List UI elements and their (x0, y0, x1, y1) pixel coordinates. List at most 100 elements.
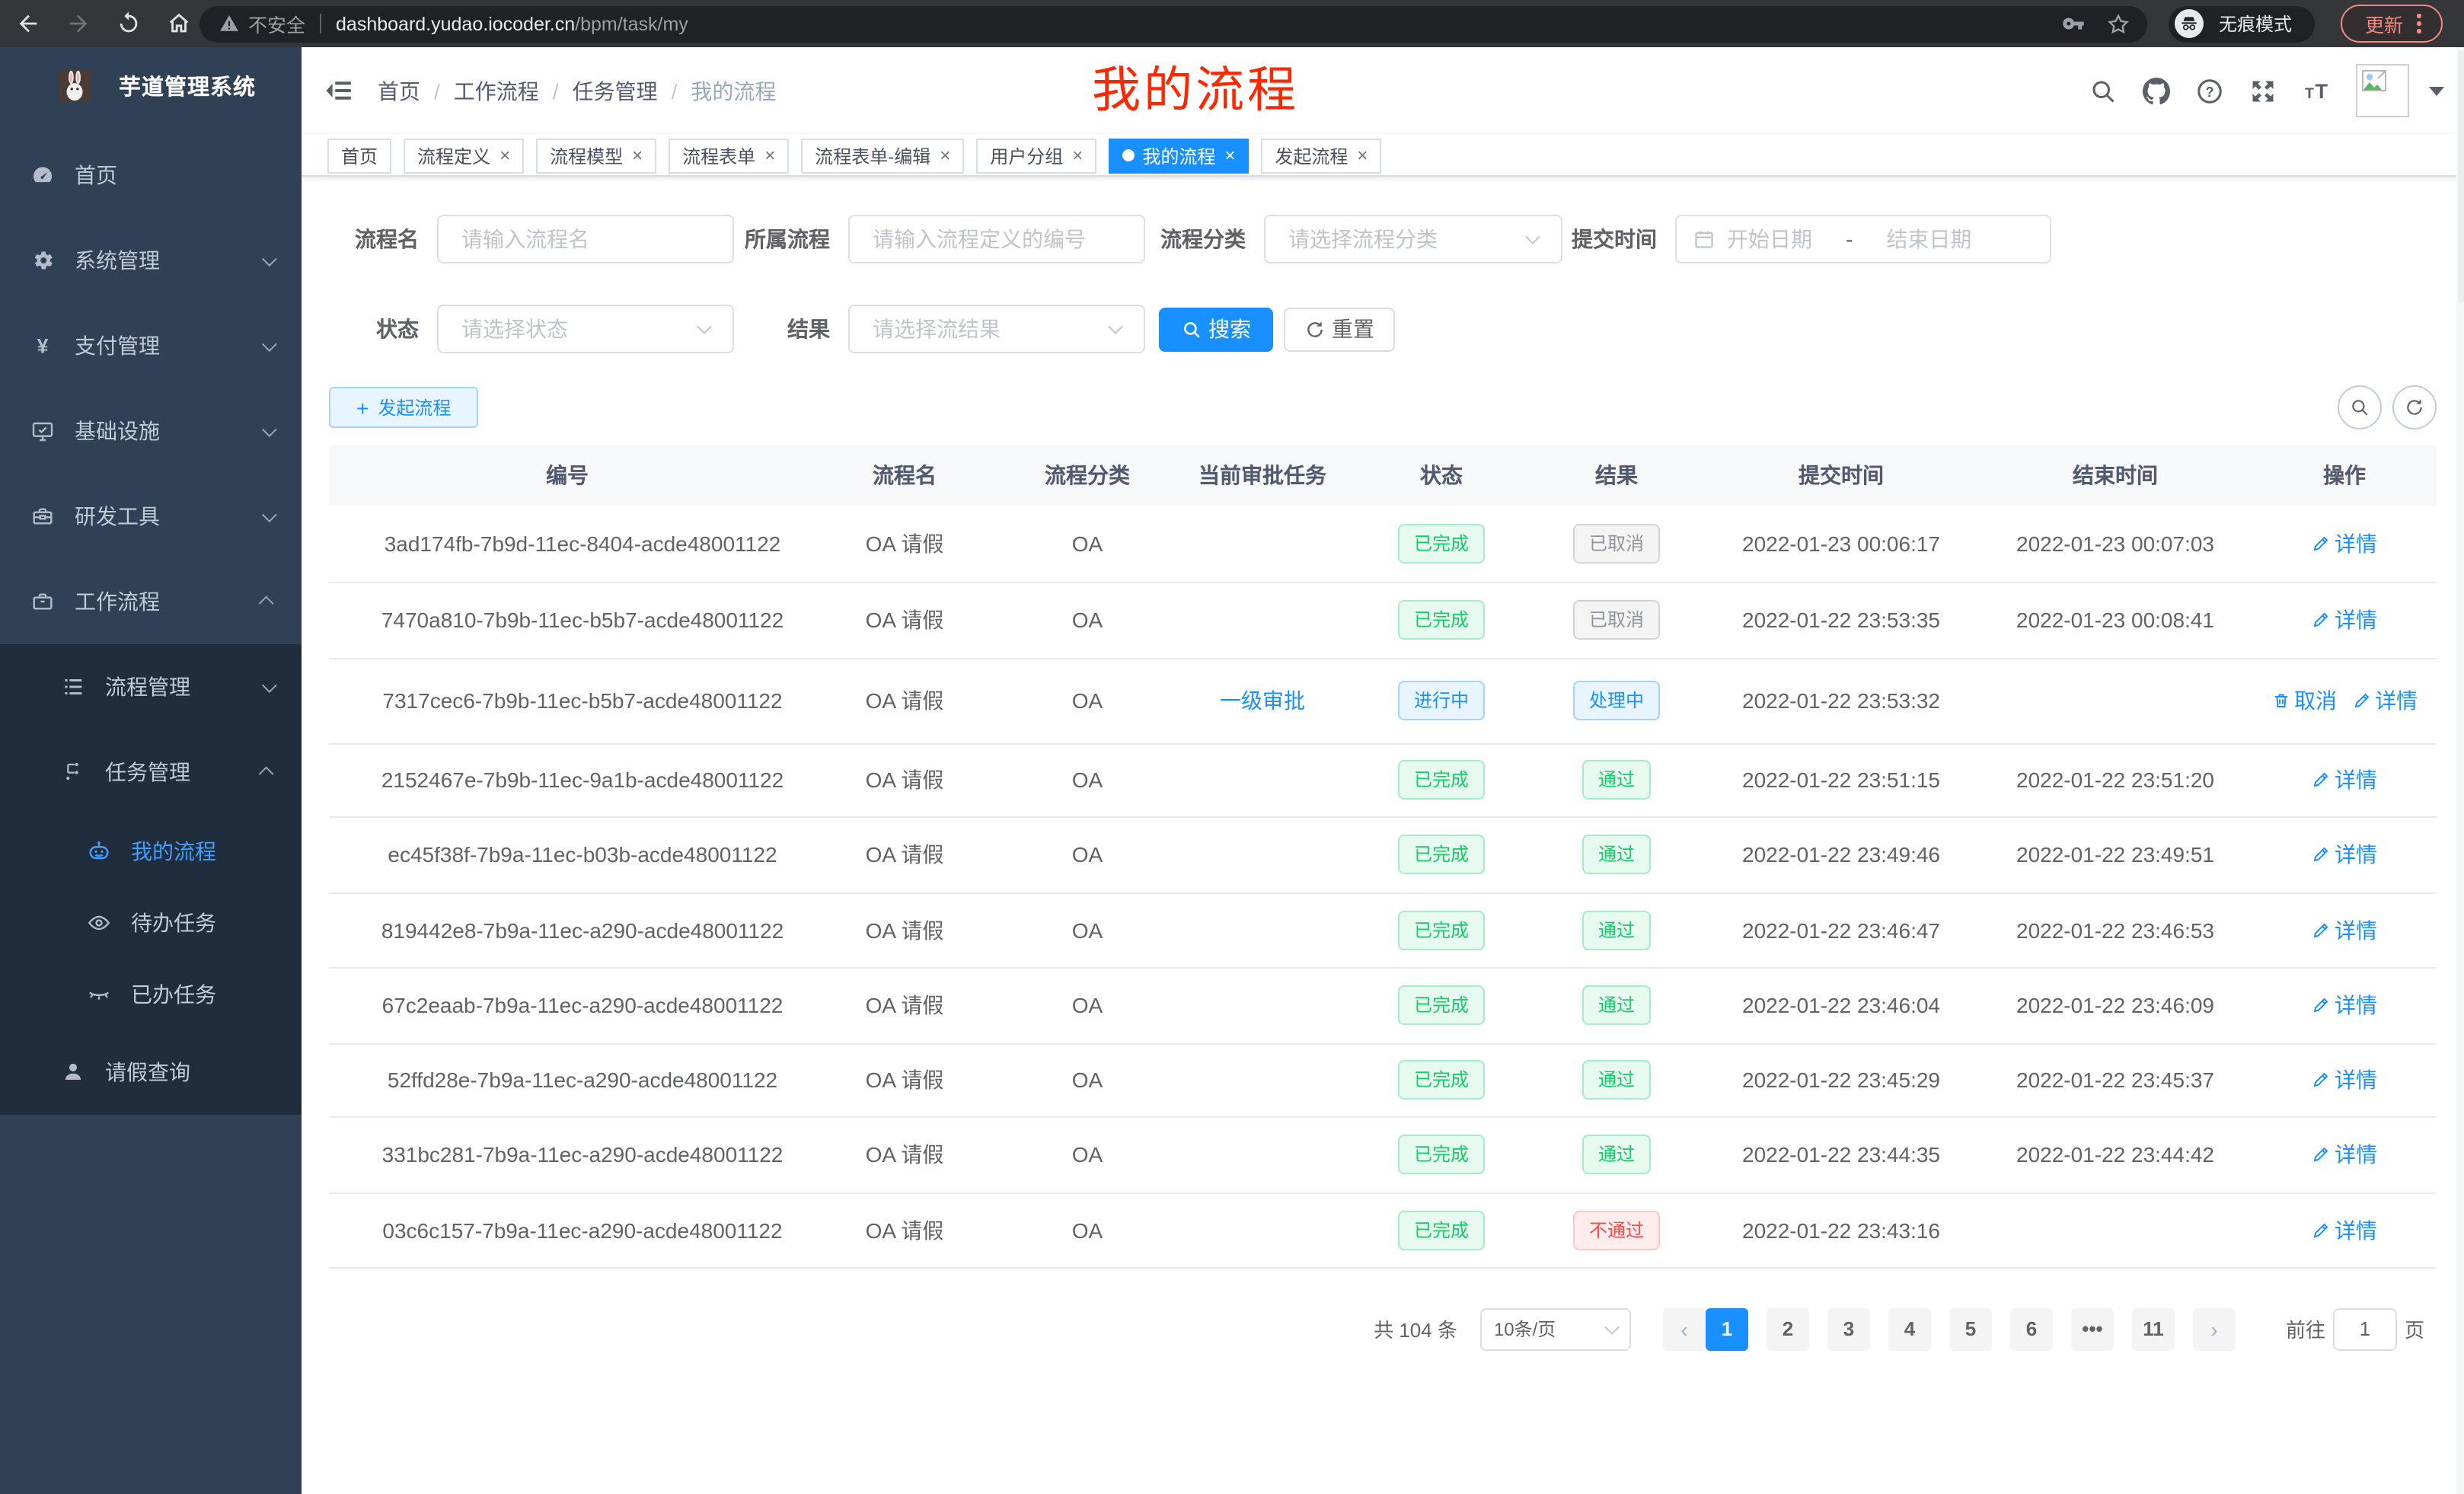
sidebar-item-11[interactable]: 已办任务 (0, 958, 302, 1030)
filter-category-select[interactable]: 请选择流程分类 (1264, 214, 1562, 263)
passwords-key-icon[interactable] (2062, 12, 2085, 35)
detail-link[interactable]: 详情 (2312, 839, 2377, 870)
date-end-placeholder[interactable]: 结束日期 (1886, 223, 1971, 254)
tab-close-icon[interactable]: × (940, 146, 950, 164)
filter-date-range[interactable]: 开始日期 - 结束日期 (1675, 214, 2051, 263)
col-header-5: 状态 (1354, 445, 1529, 506)
goto-page-input[interactable] (2333, 1307, 2397, 1350)
address-bar[interactable]: 不安全 dashboard.yudao.iocoder.cn/bpm/task/… (199, 5, 2147, 42)
create-process-button[interactable]: + 发起流程 (329, 387, 478, 428)
cancel-link[interactable]: 取消 (2271, 685, 2337, 716)
help-icon[interactable]: ? (2196, 77, 2223, 104)
sidebar-item-3[interactable]: ¥支付管理 (0, 303, 302, 388)
sidebar-item-4[interactable]: 基础设施 (0, 388, 302, 474)
filter-process-input[interactable] (848, 214, 1145, 263)
detail-link[interactable]: 详情 (2312, 915, 2377, 945)
breadcrumb-item-3[interactable]: 任务管理 (573, 75, 658, 106)
reset-button[interactable]: 重置 (1284, 307, 1395, 351)
tab-close-icon[interactable]: × (632, 146, 643, 164)
page-button-4[interactable]: 4 (1888, 1307, 1931, 1350)
avatar-caret-icon[interactable] (2429, 86, 2444, 95)
page-scrollbar[interactable] (2456, 47, 2464, 1494)
avatar[interactable] (2356, 64, 2409, 117)
detail-link[interactable]: 详情 (2312, 605, 2377, 635)
tab-3[interactable]: 流程模型× (536, 138, 656, 173)
cell-id: 7317cec6-7b9b-11ec-b5b7-acde48001122 (329, 658, 806, 743)
date-separator: - (1846, 226, 1853, 251)
page-button-3[interactable]: 3 (1827, 1307, 1870, 1350)
font-size-icon[interactable]: TT (2303, 77, 2330, 104)
scrollbar-thumb[interactable] (2457, 50, 2463, 303)
tab-close-icon[interactable]: × (500, 146, 510, 164)
reload-icon[interactable] (116, 11, 142, 37)
refresh-table-button[interactable] (2392, 385, 2437, 429)
search-button[interactable]: 搜索 (1159, 307, 1273, 351)
update-button[interactable]: 更新 (2341, 5, 2442, 43)
toggle-search-button[interactable] (2338, 385, 2382, 429)
cell-task (1171, 743, 1354, 816)
search-icon[interactable] (2089, 77, 2117, 104)
detail-link[interactable]: 详情 (2312, 990, 2377, 1020)
cell-id: 67c2eaab-7b9a-11ec-a290-acde48001122 (329, 967, 806, 1043)
cell-id: 7470a810-7b9b-11ec-b5b7-acde48001122 (329, 582, 806, 658)
task-link[interactable]: 一级审批 (1220, 685, 1305, 716)
sidebar-logo[interactable]: 芋道管理系统 (0, 47, 302, 132)
filter-result-select[interactable]: 请选择流结果 (848, 305, 1145, 353)
page-button-6[interactable]: 6 (2010, 1307, 2053, 1350)
cell-category: OA (1004, 1192, 1171, 1267)
bookmark-star-icon[interactable] (2106, 11, 2130, 36)
detail-link[interactable]: 详情 (2312, 1139, 2377, 1170)
detail-link[interactable]: 详情 (2352, 685, 2418, 716)
sidebar-item-7[interactable]: 流程管理 (0, 644, 302, 729)
page-size-select[interactable]: 10条/页 (1480, 1307, 1631, 1350)
home-icon[interactable] (166, 11, 192, 37)
sidebar-item-1[interactable]: 首页 (0, 132, 302, 218)
sidebar-item-6[interactable]: 工作流程 (0, 559, 302, 644)
tab-1[interactable]: 首页 (327, 138, 391, 173)
tab-close-icon[interactable]: × (764, 146, 775, 164)
detail-link[interactable]: 详情 (2312, 528, 2377, 559)
tab-4[interactable]: 流程表单× (669, 138, 789, 173)
tab-7[interactable]: 我的流程× (1109, 138, 1249, 173)
forward-icon[interactable] (65, 11, 91, 37)
detail-link[interactable]: 详情 (2312, 1065, 2377, 1095)
breadcrumb-item-1[interactable]: 首页 (378, 75, 420, 106)
sidebar-item-2[interactable]: 系统管理 (0, 218, 302, 303)
sidebar-item-label: 工作流程 (75, 586, 160, 617)
filter-name-input[interactable] (437, 214, 734, 263)
page-button-1[interactable]: 1 (1706, 1307, 1748, 1350)
tab-5[interactable]: 流程表单-编辑× (801, 138, 964, 173)
detail-link[interactable]: 详情 (2312, 1215, 2377, 1245)
date-start-placeholder[interactable]: 开始日期 (1727, 223, 1812, 254)
page-ellipsis[interactable]: ••• (2071, 1307, 2114, 1350)
table-row-4: 2152467e-7b9b-11ec-9a1b-acde48001122 OA … (329, 743, 2437, 816)
security-label[interactable]: 不安全 (248, 9, 305, 38)
cell-result: 不通过 (1529, 1192, 1704, 1267)
sidebar-item-9[interactable]: 我的流程 (0, 815, 302, 886)
page-button-5[interactable]: 5 (1949, 1307, 1992, 1350)
tab-close-icon[interactable]: × (1072, 146, 1083, 164)
tab-6[interactable]: 用户分组× (976, 138, 1096, 173)
tab-8[interactable]: 发起流程× (1261, 138, 1381, 173)
page-button-11[interactable]: 11 (2132, 1307, 2175, 1350)
sidebar-item-5[interactable]: 研发工具 (0, 474, 302, 559)
breadcrumb-item-2[interactable]: 工作流程 (454, 75, 539, 106)
sidebar-item-12[interactable]: 请假查询 (0, 1030, 302, 1115)
prev-page-button[interactable]: ‹ (1663, 1307, 1706, 1350)
dashboard-icon (30, 163, 55, 187)
tab-close-icon[interactable]: × (1357, 146, 1368, 164)
sidebar-item-10[interactable]: 待办任务 (0, 886, 302, 958)
github-icon[interactable] (2143, 77, 2170, 104)
browser-menu-icon[interactable] (2417, 14, 2421, 34)
chevron-down-icon (262, 677, 277, 692)
hamburger-icon[interactable] (324, 76, 353, 105)
next-page-button[interactable]: › (2193, 1307, 2236, 1350)
fullscreen-icon[interactable] (2249, 77, 2277, 104)
back-icon[interactable] (15, 11, 41, 37)
tab-close-icon[interactable]: × (1224, 146, 1235, 164)
sidebar-item-8[interactable]: 任务管理 (0, 729, 302, 815)
filter-status-select[interactable]: 请选择状态 (437, 305, 734, 353)
page-button-2[interactable]: 2 (1767, 1307, 1809, 1350)
detail-link[interactable]: 详情 (2312, 765, 2377, 795)
tab-2[interactable]: 流程定义× (404, 138, 524, 173)
